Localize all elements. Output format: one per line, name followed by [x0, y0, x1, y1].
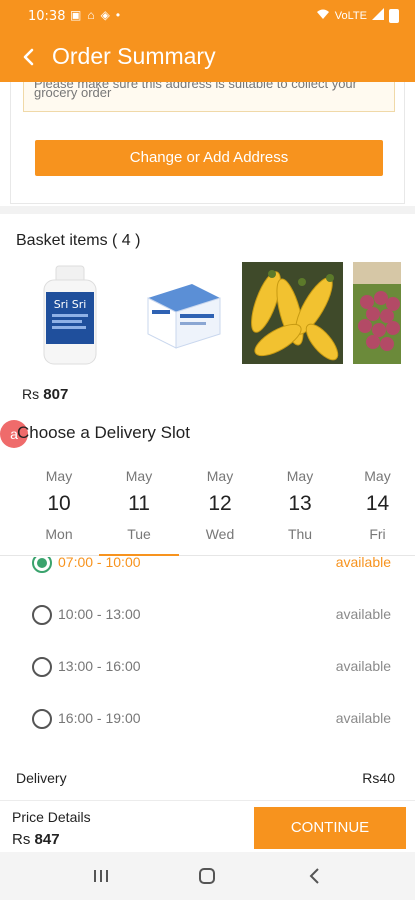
time-slot-row[interactable]: 07:00 - 10:00 available [0, 557, 415, 583]
change-address-button[interactable]: Change or Add Address [35, 140, 383, 176]
home-icon: ⌂ [87, 8, 95, 22]
time-slot-list[interactable]: 07:00 - 10:00 available 10:00 - 13:00 av… [0, 557, 415, 747]
date-tab[interactable]: May 12 Wed [180, 460, 260, 556]
date-month: May [286, 468, 314, 484]
price-currency: Rs [12, 831, 31, 848]
slot-status: available [335, 606, 391, 622]
basket-total: Rs 807 [22, 386, 68, 403]
slot-time: 07:00 - 10:00 [58, 557, 141, 570]
radio-button[interactable] [32, 605, 52, 625]
delivery-slot-title: Choose a Delivery Slot [17, 423, 190, 442]
date-day: 12 [208, 492, 232, 515]
bottle-brand-text: Sri Sri [54, 298, 87, 311]
page-title: Order Summary [52, 43, 216, 69]
price-details-label[interactable]: Price Details [12, 809, 91, 825]
yellow-zucchini-image [242, 262, 343, 364]
delivery-amount: 40 [379, 770, 395, 786]
dot-icon: • [115, 8, 121, 22]
date-month: May [125, 468, 153, 484]
delivery-charge-row: Delivery Rs40 [0, 764, 415, 794]
date-tab[interactable]: May 13 Thu [260, 460, 340, 556]
slot-status: available [335, 557, 391, 570]
basket-item[interactable] [242, 262, 343, 368]
system-icons: VoLTE [316, 8, 399, 23]
recent-apps-icon[interactable] [86, 864, 116, 888]
price-bar: Price Details Rs 847 CONTINUE [0, 800, 415, 852]
sri-sri-bottle-image: Sri Sri [43, 265, 97, 365]
date-tab[interactable]: May 14 Fri [340, 460, 415, 556]
date-weekday: Mon [45, 526, 73, 542]
section-divider [0, 206, 415, 214]
home-button-icon[interactable] [192, 864, 222, 888]
delivery-currency: Rs [362, 770, 380, 786]
signal-icon [372, 8, 384, 23]
address-section: Please make sure this address is suitabl… [0, 82, 415, 214]
date-day: 13 [288, 492, 312, 515]
time-slot-row[interactable]: 16:00 - 19:00 available [0, 699, 415, 739]
date-weekday: Wed [205, 526, 235, 542]
radio-button-checked[interactable] [32, 557, 52, 573]
time-slot-row[interactable]: 10:00 - 13:00 available [0, 595, 415, 635]
wifi-icon [316, 8, 330, 23]
time-slot-row[interactable]: 13:00 - 16:00 available [0, 647, 415, 687]
date-day: 11 [128, 492, 150, 515]
continue-button[interactable]: CONTINUE [254, 807, 406, 849]
status-time: 10:38 [28, 9, 66, 24]
basket-total-currency: Rs [22, 386, 40, 402]
date-tab-selected[interactable]: May 11 Tue [99, 460, 179, 556]
app-bar: Order Summary [0, 32, 415, 82]
date-month: May [45, 468, 73, 484]
red-grapes-image [353, 262, 401, 364]
date-month: May [364, 468, 391, 484]
slot-time: 13:00 - 16:00 [58, 658, 141, 674]
slot-time: 10:00 - 13:00 [58, 606, 141, 622]
delivery-value: Rs40 [362, 770, 395, 786]
date-day: 14 [365, 492, 390, 515]
back-button-icon[interactable] [300, 864, 330, 888]
basket-items-list[interactable]: Sri Sri [0, 262, 415, 372]
delivery-label: Delivery [16, 770, 67, 786]
date-month: May [206, 468, 234, 484]
basket-title: Basket items ( 4 ) [16, 232, 141, 249]
system-nav-bar [0, 852, 415, 900]
network-type-label: VoLTE [334, 9, 367, 22]
address-card: Please make sure this address is suitabl… [10, 82, 405, 204]
basket-total-value: 807 [43, 386, 69, 403]
date-day: 10 [47, 492, 71, 515]
basket-item[interactable] [353, 262, 401, 368]
medicine-box-image [147, 284, 221, 349]
notification-icons: ▣ ⌂ ◈ • [70, 8, 120, 22]
date-weekday: Thu [287, 526, 313, 542]
slot-time: 16:00 - 19:00 [58, 710, 141, 726]
date-tab[interactable]: May 10 Mon [19, 460, 99, 556]
slot-status: available [335, 710, 391, 726]
address-note: Please make sure this address is suitabl… [23, 82, 395, 112]
status-bar: 10:38 ▣ ⌂ ◈ • VoLTE [0, 0, 415, 32]
basket-item[interactable]: Sri Sri [38, 262, 102, 368]
slot-status: available [335, 658, 391, 674]
shopping-bag-icon: ◈ [100, 8, 110, 22]
price-value: 847 [34, 831, 60, 848]
radio-button[interactable] [32, 657, 52, 677]
gallery-icon: ▣ [70, 8, 82, 22]
date-weekday: Fri [369, 526, 386, 542]
basket-item[interactable] [142, 262, 224, 368]
date-weekday: Tue [127, 526, 151, 542]
date-selector[interactable]: May 10 Mon May 11 Tue May 12 Wed May 13 … [0, 460, 415, 556]
battery-icon [389, 8, 399, 23]
price-total: Rs 847 [12, 831, 60, 848]
back-arrow-icon[interactable] [14, 42, 44, 72]
radio-button[interactable] [32, 709, 52, 729]
